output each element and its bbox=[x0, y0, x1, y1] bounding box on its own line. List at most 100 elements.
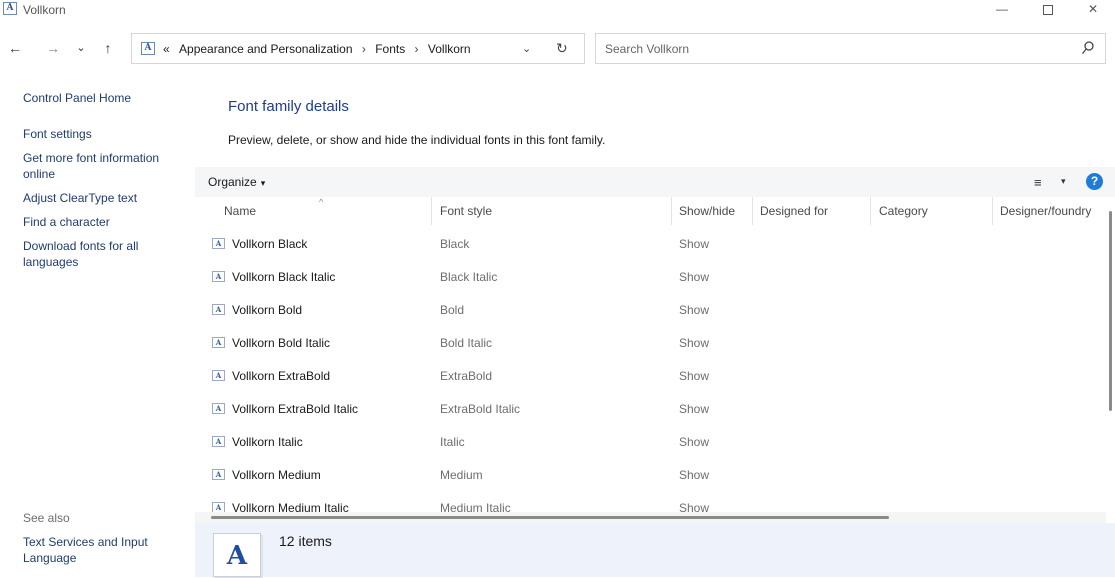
chevron-down-icon: ▾ bbox=[260, 178, 266, 188]
table-row[interactable]: A Vollkorn Black Black Show bbox=[195, 228, 1105, 261]
back-button[interactable]: ← bbox=[4, 38, 26, 58]
vertical-scrollbar[interactable] bbox=[1106, 197, 1115, 522]
table-row[interactable]: A Vollkorn Medium Italic Medium Italic S… bbox=[195, 492, 1105, 512]
font-file-icon: A bbox=[212, 469, 225, 480]
font-show-hide: Show bbox=[679, 402, 710, 416]
column-header-show-hide[interactable]: Show/hide bbox=[679, 204, 735, 218]
font-file-icon: A bbox=[212, 304, 225, 315]
font-show-hide: Show bbox=[679, 270, 710, 284]
page-description: Preview, delete, or show and hide the in… bbox=[228, 133, 606, 147]
font-name: Vollkorn Black Italic bbox=[232, 270, 336, 284]
font-style: Italic bbox=[440, 435, 465, 449]
font-family-icon: A bbox=[213, 533, 261, 577]
maximize-button[interactable] bbox=[1026, 0, 1070, 20]
minimize-button[interactable]: — bbox=[980, 0, 1024, 20]
font-style: Bold bbox=[440, 303, 465, 317]
search-input[interactable]: Search Vollkorn bbox=[595, 33, 1106, 64]
refresh-button[interactable]: ↻ bbox=[556, 40, 568, 57]
maximize-icon bbox=[1043, 4, 1053, 15]
organize-button[interactable]: Organize ▾ bbox=[208, 175, 265, 189]
address-dropdown-button[interactable]: ⌄ bbox=[522, 42, 531, 55]
command-bar: Organize ▾ ≡ ▾ ? bbox=[195, 167, 1115, 197]
download-fonts-link[interactable]: Download fonts for all languages bbox=[23, 238, 188, 270]
column-header-row: ^ Name Font style Show/hide Designed for… bbox=[195, 197, 1105, 225]
font-file-icon: A bbox=[212, 502, 225, 512]
details-pane: A 12 items bbox=[195, 523, 1115, 577]
fonts-folder-icon: A bbox=[141, 42, 155, 55]
table-row[interactable]: A Vollkorn ExtraBold Italic ExtraBold It… bbox=[195, 393, 1105, 426]
find-character-link[interactable]: Find a character bbox=[23, 214, 188, 230]
column-divider[interactable] bbox=[992, 197, 993, 225]
column-header-designer[interactable]: Designer/foundry bbox=[1000, 204, 1091, 218]
table-row[interactable]: A Vollkorn Black Italic Black Italic Sho… bbox=[195, 261, 1105, 294]
breadcrumb-separator[interactable]: › bbox=[356, 42, 372, 56]
column-divider[interactable] bbox=[671, 197, 672, 225]
column-header-name[interactable]: Name bbox=[224, 204, 256, 218]
font-name: Vollkorn Bold Italic bbox=[232, 336, 331, 350]
table-row[interactable]: A Vollkorn Bold Italic Bold Italic Show bbox=[195, 327, 1105, 360]
font-file-icon: A bbox=[212, 271, 225, 282]
font-show-hide: Show bbox=[679, 468, 710, 482]
horizontal-scrollbar-thumb[interactable] bbox=[211, 516, 889, 519]
more-font-info-link[interactable]: Get more font information online bbox=[23, 150, 188, 182]
page-title: Font family details bbox=[228, 98, 349, 115]
breadcrumb-fonts[interactable]: Fonts bbox=[375, 42, 405, 56]
font-name: Vollkorn Medium bbox=[232, 468, 321, 482]
font-name: Vollkorn ExtraBold Italic bbox=[232, 402, 359, 416]
font-show-hide: Show bbox=[679, 369, 710, 383]
font-show-hide: Show bbox=[679, 303, 710, 317]
column-divider[interactable] bbox=[870, 197, 871, 225]
view-options-icon[interactable]: ≡ bbox=[1034, 175, 1042, 190]
breadcrumb: « Appearance and Personalization › Fonts… bbox=[163, 42, 471, 56]
font-file-icon: A bbox=[212, 436, 225, 447]
column-header-designed-for[interactable]: Designed for bbox=[760, 204, 828, 218]
up-button[interactable]: ↑ bbox=[97, 38, 119, 58]
sort-ascending-icon: ^ bbox=[319, 197, 324, 207]
font-show-hide: Show bbox=[679, 237, 710, 251]
left-pane: Control Panel Home Font settings Get mor… bbox=[0, 80, 195, 577]
font-show-hide: Show bbox=[679, 501, 710, 512]
breadcrumb-appearance[interactable]: Appearance and Personalization bbox=[179, 42, 352, 56]
close-button[interactable]: ✕ bbox=[1071, 0, 1115, 20]
font-style: Medium bbox=[440, 468, 483, 482]
font-style: ExtraBold bbox=[440, 369, 493, 383]
font-name: Vollkorn Medium Italic bbox=[232, 501, 349, 512]
font-style: Black bbox=[440, 237, 470, 251]
vertical-scrollbar-thumb[interactable] bbox=[1109, 211, 1112, 411]
column-header-font-style[interactable]: Font style bbox=[440, 204, 492, 218]
column-divider[interactable] bbox=[752, 197, 753, 225]
column-header-category[interactable]: Category bbox=[879, 204, 928, 218]
search-icon[interactable] bbox=[1081, 40, 1095, 56]
table-row[interactable]: A Vollkorn Medium Medium Show bbox=[195, 459, 1105, 492]
breadcrumb-overflow[interactable]: « bbox=[163, 42, 170, 56]
help-icon[interactable]: ? bbox=[1086, 173, 1103, 190]
breadcrumb-separator[interactable]: › bbox=[409, 42, 425, 56]
horizontal-scrollbar[interactable] bbox=[195, 512, 1106, 523]
control-panel-home-link[interactable]: Control Panel Home bbox=[23, 90, 188, 106]
address-bar[interactable]: A « Appearance and Personalization › Fon… bbox=[131, 33, 585, 64]
column-divider[interactable] bbox=[431, 197, 432, 225]
table-row[interactable]: A Vollkorn Bold Bold Show bbox=[195, 294, 1105, 327]
font-style: ExtraBold Italic bbox=[440, 402, 521, 416]
font-settings-link[interactable]: Font settings bbox=[23, 126, 188, 142]
font-name: Vollkorn Black bbox=[232, 237, 308, 251]
forward-button[interactable]: → bbox=[42, 38, 64, 58]
font-style: Bold Italic bbox=[440, 336, 493, 350]
text-services-link[interactable]: Text Services and Input Language bbox=[23, 534, 188, 566]
font-show-hide: Show bbox=[679, 336, 710, 350]
view-dropdown-button[interactable]: ▾ bbox=[1061, 176, 1066, 187]
see-also-heading: See also bbox=[23, 511, 70, 525]
recent-locations-button[interactable]: ⌄ bbox=[70, 38, 92, 58]
window-title: Vollkorn bbox=[23, 3, 66, 17]
table-row[interactable]: A Vollkorn ExtraBold ExtraBold Show bbox=[195, 360, 1105, 393]
organize-label: Organize bbox=[208, 175, 257, 189]
cleartype-link[interactable]: Adjust ClearType text bbox=[23, 190, 188, 206]
font-show-hide: Show bbox=[679, 435, 710, 449]
table-row[interactable]: A Vollkorn Italic Italic Show bbox=[195, 426, 1105, 459]
item-count: 12 items bbox=[279, 533, 332, 549]
title-bar: A Vollkorn — ✕ bbox=[0, 0, 1115, 20]
navigation-bar: ← → ⌄ ↑ A « Appearance and Personalizati… bbox=[0, 28, 1115, 68]
font-list: A Vollkorn Black Black Show A Vollkorn B… bbox=[195, 228, 1105, 512]
font-name: Vollkorn Bold bbox=[232, 303, 303, 317]
breadcrumb-vollkorn[interactable]: Vollkorn bbox=[428, 42, 471, 56]
